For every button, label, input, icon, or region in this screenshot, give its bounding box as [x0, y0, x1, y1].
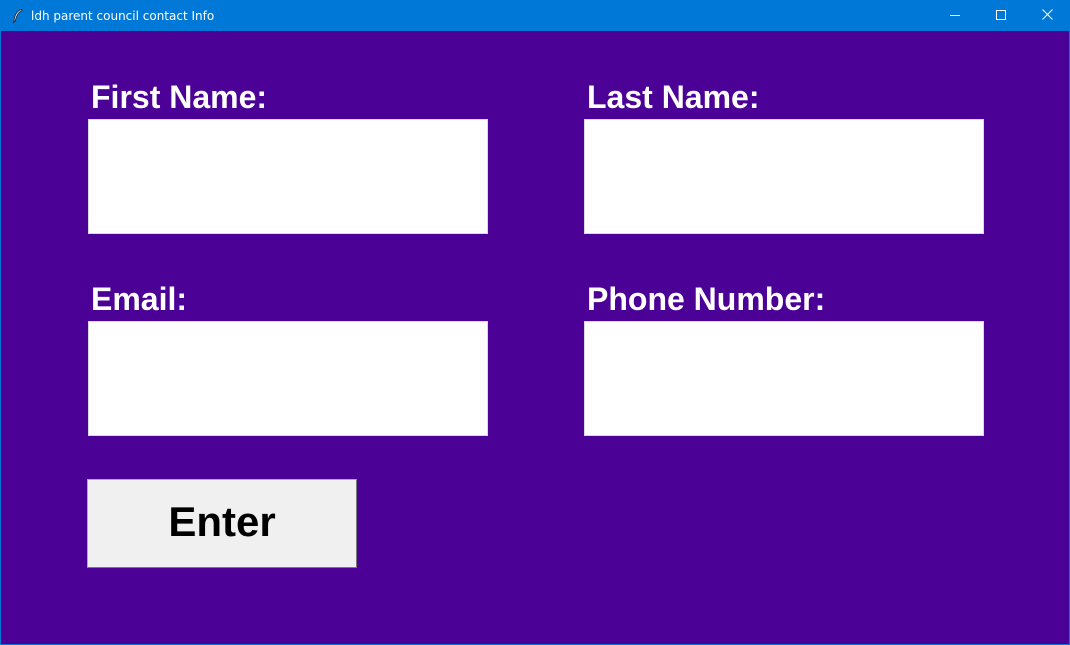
window-title: ldh parent council contact Info	[31, 9, 215, 23]
minimize-icon	[950, 7, 960, 25]
phone-number-label: Phone Number:	[587, 281, 826, 317]
form-area: First Name: Last Name: Email: Phone Numb…	[1, 31, 1069, 644]
email-label: Email:	[91, 281, 188, 317]
close-button[interactable]	[1024, 1, 1069, 31]
feather-icon	[11, 8, 25, 24]
close-icon	[1041, 7, 1053, 25]
enter-button[interactable]: Enter	[87, 479, 357, 568]
first-name-label: First Name:	[91, 79, 268, 115]
app-window: ldh parent council contact Info First Na…	[0, 0, 1070, 645]
minimize-button[interactable]	[932, 1, 978, 31]
last-name-label: Last Name:	[587, 79, 760, 115]
email-input[interactable]	[88, 321, 488, 436]
maximize-icon	[996, 7, 1006, 25]
last-name-input[interactable]	[584, 119, 984, 234]
enter-button-label: Enter	[168, 497, 276, 545]
first-name-input[interactable]	[88, 119, 488, 234]
phone-number-input[interactable]	[584, 321, 984, 436]
maximize-button[interactable]	[978, 1, 1024, 31]
title-bar[interactable]: ldh parent council contact Info	[1, 1, 1069, 31]
